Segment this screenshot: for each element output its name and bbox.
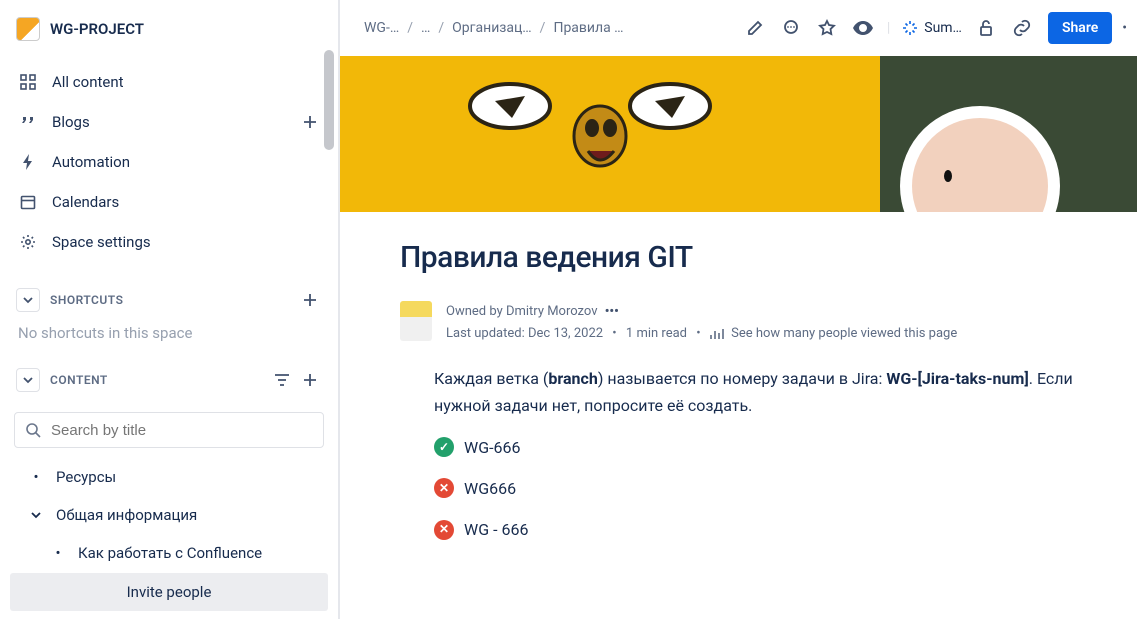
sidebar-item-automation[interactable]: Automation (12, 142, 326, 182)
example-text: WG - 666 (464, 516, 528, 543)
search-box[interactable] (14, 412, 324, 448)
bullet-icon: • (50, 544, 66, 562)
bolt-icon (18, 154, 38, 170)
sidebar-item-all-content[interactable]: All content (12, 62, 326, 102)
share-label: Share (1062, 20, 1098, 36)
example-incorrect: ✕ WG - 666 (434, 516, 1077, 543)
body-paragraph: Каждая ветка (branch) называется по номе… (434, 365, 1077, 419)
share-button[interactable]: Share (1048, 12, 1112, 44)
calendar-icon (18, 194, 38, 210)
sidebar-item-blogs[interactable]: Blogs (12, 102, 326, 142)
sidebar: WG-PROJECT All content Blogs Automation … (0, 0, 340, 619)
section-label: CONTENT (50, 373, 108, 387)
lock-icon[interactable] (970, 12, 1002, 44)
tree-item-resources[interactable]: • Ресурсы (14, 458, 324, 496)
read-time: 1 min read (626, 326, 687, 341)
cover-image (340, 56, 1137, 212)
star-icon[interactable] (811, 12, 843, 44)
plus-icon[interactable] (300, 290, 320, 310)
page-content: Правила ведения GIT Owned by Dmitry Moro… (340, 212, 1137, 557)
link-icon[interactable] (1006, 12, 1038, 44)
tree-label: Как работать с Confluence (78, 544, 262, 562)
invite-label: Invite people (127, 583, 212, 601)
analytics-icon (710, 328, 724, 340)
breadcrumb-item[interactable]: Организац… (452, 20, 532, 36)
breadcrumb-separator: / (407, 20, 413, 36)
summarize-button[interactable]: Sum… (898, 20, 966, 36)
cross-icon: ✕ (434, 520, 454, 540)
example-text: WG-666 (464, 434, 521, 461)
page-meta: Owned by Dmitry Morozov ••• Last updated… (400, 301, 1077, 345)
breadcrumb-separator: / (438, 20, 444, 36)
tree-label: Общая информация (56, 506, 197, 524)
owner-more-icon[interactable]: ••• (605, 301, 619, 323)
plus-icon[interactable] (300, 370, 320, 390)
more-icon[interactable]: • (1122, 20, 1127, 36)
breadcrumb-item[interactable]: … (421, 20, 430, 36)
space-title: WG-PROJECT (50, 20, 144, 38)
tree-item-common-info[interactable]: Общая информация (14, 496, 324, 534)
nav-label: All content (52, 73, 124, 91)
example-correct: ✓ WG-666 (434, 434, 1077, 461)
watch-icon[interactable] (847, 12, 879, 44)
views-link[interactable]: See how many people viewed this page (731, 326, 957, 341)
nav-label: Blogs (52, 113, 90, 131)
quote-icon (18, 114, 38, 130)
content-tree: • Ресурсы Общая информация • Как работат… (0, 456, 338, 574)
space-avatar-icon (16, 17, 40, 41)
dot-separator: • (612, 326, 616, 341)
tree-label: Ресурсы (56, 468, 116, 486)
sidebar-item-space-settings[interactable]: Space settings (12, 222, 326, 262)
article-body: Каждая ветка (branch) называется по номе… (400, 365, 1077, 543)
chevron-down-icon[interactable] (28, 509, 44, 521)
comment-icon[interactable] (775, 12, 807, 44)
last-updated-link[interactable]: Dec 13, 2022 (528, 326, 603, 341)
example-text: WG666 (464, 475, 516, 502)
collapse-shortcuts-button[interactable] (16, 288, 40, 312)
owned-by-line: Owned by Dmitry Morozov ••• (446, 301, 957, 323)
edit-icon[interactable] (739, 12, 771, 44)
sidebar-item-calendars[interactable]: Calendars (12, 182, 326, 222)
main-pane: WG-… / … / Организац… / Правила … | Sum…… (340, 0, 1137, 619)
nav-label: Calendars (52, 193, 119, 211)
filter-icon[interactable] (274, 373, 290, 387)
grid-icon (18, 74, 38, 90)
nav-label: Space settings (52, 233, 151, 251)
gear-icon (18, 234, 38, 250)
update-line: Last updated: Dec 13, 2022 • 1 min read … (446, 323, 957, 345)
dot-separator: • (696, 326, 700, 341)
nav-label: Automation (52, 153, 130, 171)
section-shortcuts: SHORTCUTS (0, 284, 338, 316)
example-incorrect: ✕ WG666 (434, 475, 1077, 502)
owner-name[interactable]: Dmitry Morozov (506, 304, 598, 319)
search-icon (25, 422, 41, 438)
breadcrumbs: WG-… / … / Организац… / Правила … (364, 20, 735, 36)
bullet-icon: • (28, 468, 44, 486)
collapse-content-button[interactable] (16, 368, 40, 392)
sparkle-icon (902, 20, 918, 36)
sidebar-scrollbar[interactable] (324, 50, 334, 150)
breadcrumb-item[interactable]: Правила … (553, 20, 623, 36)
shortcuts-empty-text: No shortcuts in this space (0, 316, 338, 342)
check-icon: ✓ (434, 437, 454, 457)
topbar: WG-… / … / Организац… / Правила … | Sum…… (340, 0, 1137, 56)
plus-icon[interactable] (300, 112, 320, 132)
page-title: Правила ведения GIT (400, 240, 1077, 275)
space-header[interactable]: WG-PROJECT (0, 0, 338, 58)
invite-people-button[interactable]: Invite people (10, 573, 328, 611)
cross-icon: ✕ (434, 478, 454, 498)
section-label: SHORTCUTS (50, 293, 123, 307)
section-content: CONTENT (0, 364, 338, 396)
breadcrumb-separator: / (540, 20, 546, 36)
search-input[interactable] (51, 422, 313, 439)
summarize-label: Sum… (924, 20, 962, 36)
owner-avatar[interactable] (400, 301, 432, 341)
breadcrumb-item[interactable]: WG-… (364, 20, 399, 36)
sidebar-nav: All content Blogs Automation Calendars S… (0, 58, 338, 262)
tree-item-confluence-howto[interactable]: • Как работать с Confluence (14, 534, 324, 572)
separator: | (887, 20, 890, 36)
